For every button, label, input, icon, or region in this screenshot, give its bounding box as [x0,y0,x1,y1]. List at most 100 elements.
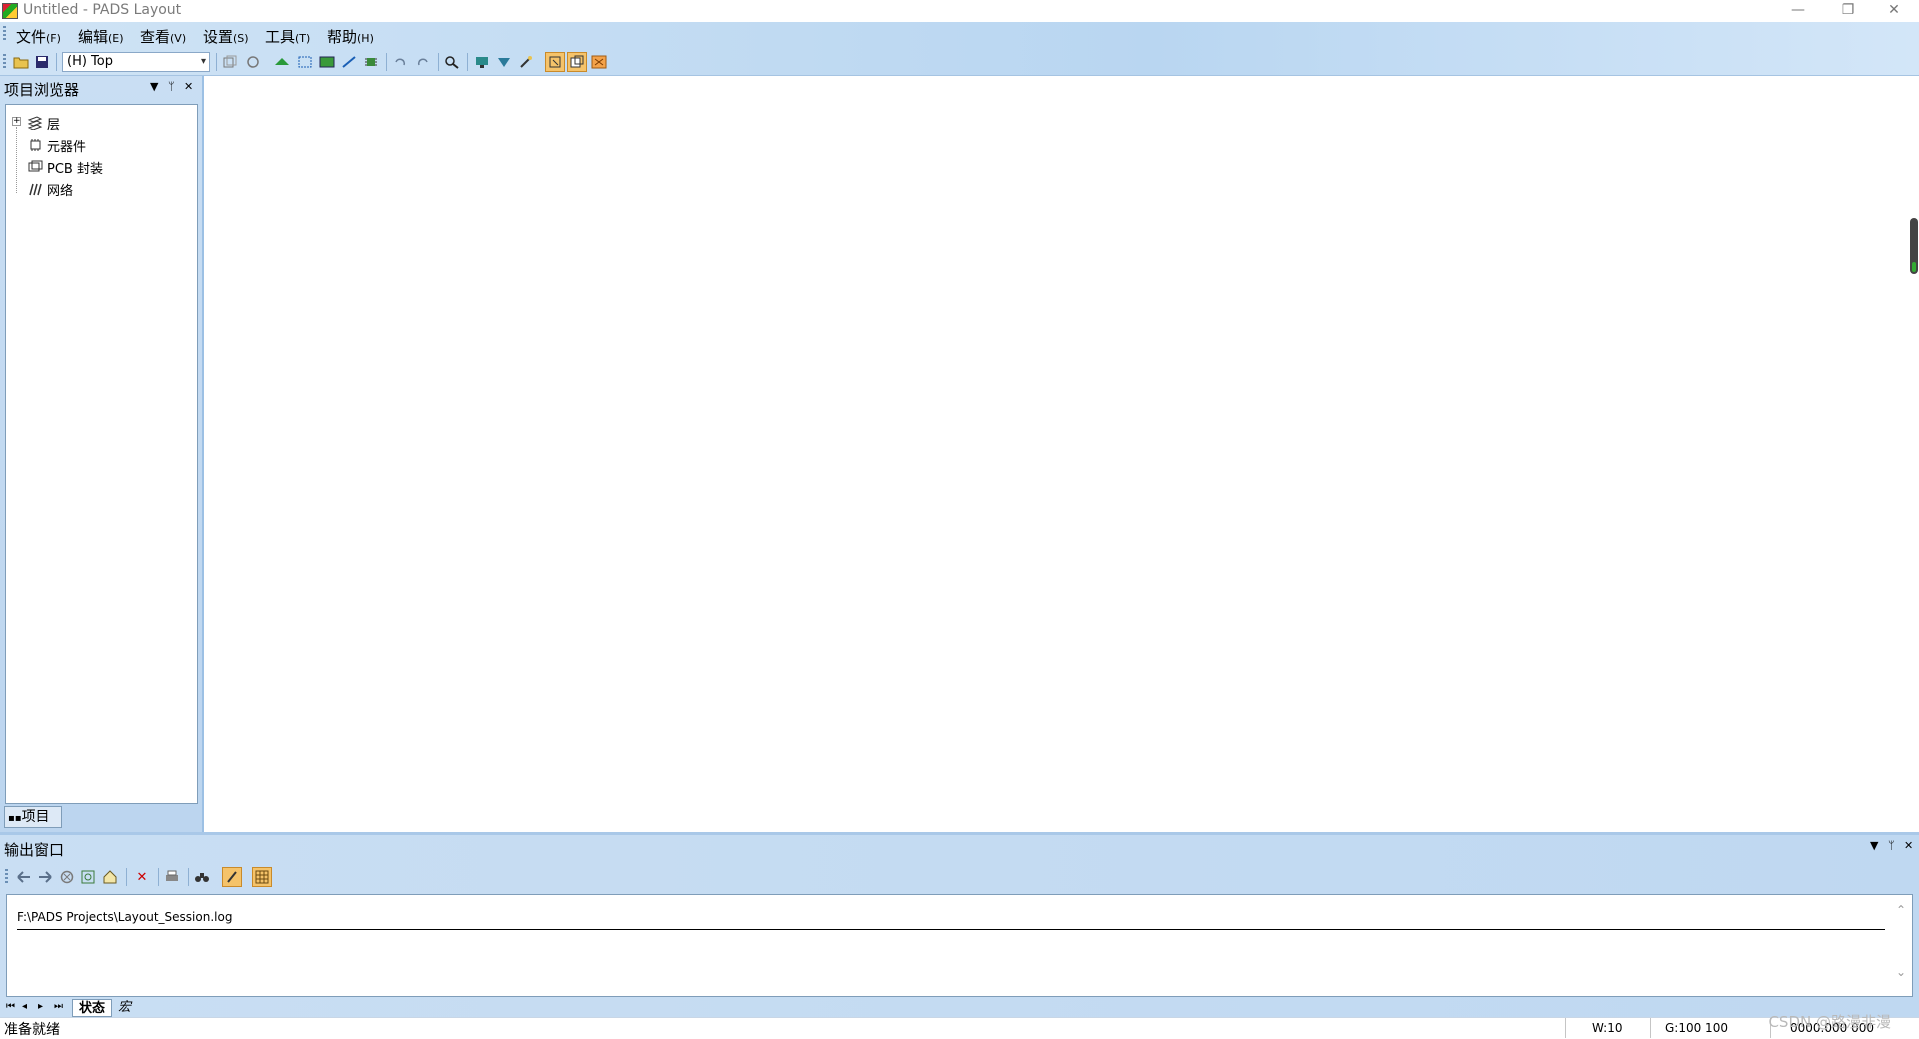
paint-brush-icon[interactable] [516,52,536,72]
delete-icon[interactable]: ✕ [132,867,152,887]
view-icon[interactable] [494,52,514,72]
home-icon[interactable] [100,867,120,887]
status-bar: 准备就绪 W:10 G:100 100 0000.000 000 [0,1017,1919,1038]
menu-help[interactable]: 帮助(H) [327,26,374,47]
display-icon[interactable] [472,52,492,72]
menu-file[interactable]: 文件(F) [16,26,61,47]
grid-icon[interactable] [252,867,272,887]
component-icon[interactable] [361,52,381,72]
panel-dropdown-icon[interactable]: ▼ [150,80,158,93]
output-toolbar-grip[interactable] [5,869,8,885]
output-dropdown-icon[interactable]: ▼ [1870,839,1878,852]
tree-item-components[interactable]: 元器件 [26,136,86,155]
status-width: W:10 [1592,1021,1623,1035]
output-close-icon[interactable]: ✕ [1904,839,1913,852]
toolbar-separator [188,868,189,886]
back-arrow-icon[interactable] [14,867,34,887]
select-mode-icon[interactable] [545,52,565,72]
watermark: CSDN @路漫非漫 [1768,1013,1891,1031]
status-grid: G:100 100 [1665,1021,1728,1035]
scroll-down-icon[interactable]: ⌄ [1896,965,1906,979]
save-icon[interactable] [32,52,52,72]
tree-item-pcb-footprints[interactable]: PCB 封装 [26,158,103,177]
refresh-icon[interactable] [78,867,98,887]
toolbar-separator [467,53,468,71]
refresh-icon[interactable] [243,52,263,72]
tab-project[interactable]: ▪▪项目 [4,806,62,828]
tab-status[interactable]: 状态 [72,999,113,1017]
footprint-icon [26,160,44,176]
nets-icon [26,182,44,198]
pin-icon[interactable]: ᛘ [168,80,175,93]
scroll-up-icon[interactable]: ⌃ [1896,903,1906,917]
draw-line-icon[interactable] [339,52,359,72]
layout-mode-icon[interactable] [589,52,609,72]
menu-tools[interactable]: 工具(T) [265,26,310,47]
project-browser-title: 项目浏览器 [4,81,80,99]
output-log-area[interactable]: F:\PADS Projects\Layout_Session.log ⌃ ⌄ [6,894,1913,997]
pour-icon[interactable] [295,52,315,72]
output-tabs: ⏮ ◂ ▸ ⏭ 状态 宏 [0,998,1919,1018]
next-tab-icon[interactable]: ▸ [38,1001,43,1012]
window-mode-icon[interactable] [567,52,587,72]
pencil-icon[interactable] [222,867,242,887]
board-icon[interactable] [317,52,337,72]
toolbar-separator [158,868,159,886]
menu-setup[interactable]: 设置(S) [203,26,249,47]
prev-tab-icon[interactable]: ◂ [22,1001,27,1012]
project-tree[interactable]: + 层 元器件 PCB 封装 网络 [5,104,198,804]
output-window-title: 输出窗口 [4,841,65,859]
log-divider [17,929,1885,930]
tab-macro[interactable]: 宏 [112,999,137,1017]
forward-arrow-icon[interactable] [35,867,55,887]
main-toolbar: (H) Top ▾ [0,48,1919,76]
panel-close-icon[interactable]: ✕ [184,80,193,93]
toolbar-separator [216,53,217,71]
zoom-icon[interactable] [442,52,462,72]
pads-app-icon [2,3,18,19]
restore-button[interactable]: ❐ [1825,0,1871,22]
status-divider [1650,1018,1651,1038]
output-pin-icon[interactable]: ᛘ [1888,839,1895,852]
title-bar: Untitled - PADS Layout — ❐ ✕ [0,0,1919,22]
route-icon[interactable] [272,52,292,72]
chevron-down-icon: ▾ [200,56,206,67]
layer-select[interactable]: (H) Top ▾ [62,52,210,72]
workspace-scroll-indicator[interactable] [1910,218,1918,274]
open-folder-icon[interactable] [11,52,31,72]
last-tab-icon[interactable]: ⏭ [54,1001,63,1012]
tree-connector [16,127,17,193]
status-divider [1565,1018,1566,1038]
menu-bar: 文件(F) 编辑(E) 查看(V) 设置(S) 工具(T) 帮助(H) [0,22,1919,48]
toolbar-separator [56,53,57,71]
find-binoculars-icon[interactable] [192,867,212,887]
tree-item-layers[interactable]: 层 [26,114,60,133]
project-browser-header: 项目浏览器 ▼ ᛘ ✕ [0,76,202,100]
layers-icon [26,115,44,132]
first-tab-icon[interactable]: ⏮ [6,1001,15,1012]
menu-view[interactable]: 查看(V) [140,26,186,47]
toolbar-grip[interactable] [3,54,6,70]
print-icon[interactable] [162,867,182,887]
project-browser-panel: 项目浏览器 ▼ ᛘ ✕ + 层 元器件 PCB 封装 网络 ▪▪项目 [0,76,202,832]
toolbar-separator [126,868,127,886]
design-workspace[interactable] [202,76,1919,832]
tree-expand-icon[interactable]: + [12,117,21,126]
status-text: 准备就绪 [4,1022,60,1038]
project-tab-icon: ▪▪ [8,813,22,824]
window-title: Untitled - PADS Layout [23,2,182,18]
eco-icon[interactable] [220,52,240,72]
menubar-grip[interactable] [3,26,6,42]
component-icon [26,138,44,154]
menu-edit[interactable]: 编辑(E) [78,26,124,47]
minimize-button[interactable]: — [1775,0,1821,22]
output-window-panel: 输出窗口 ▼ ᛘ ✕ ✕ F:\PADS Projects\Layout_Ses… [0,832,1919,1017]
toolbar-separator [438,53,439,71]
redo-icon[interactable] [413,52,433,72]
stop-icon[interactable] [57,867,77,887]
output-toolbar: ✕ [0,865,1919,889]
toolbar-separator [386,53,387,71]
tree-item-nets[interactable]: 网络 [26,180,73,199]
undo-icon[interactable] [390,52,410,72]
close-button[interactable]: ✕ [1871,0,1917,22]
